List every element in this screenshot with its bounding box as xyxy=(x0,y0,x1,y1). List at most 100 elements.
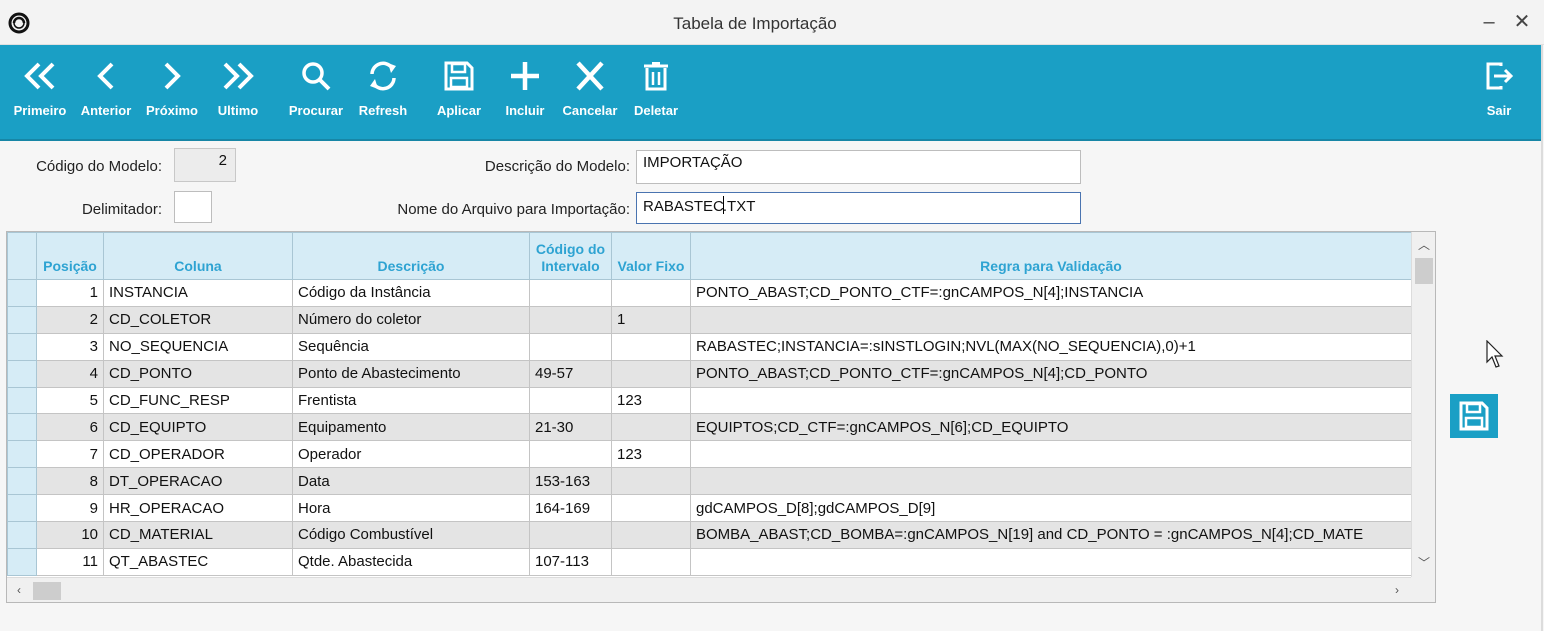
cell-valor-fixo[interactable]: 123 xyxy=(611,440,691,469)
cell-regra[interactable] xyxy=(690,305,1412,334)
table-row[interactable]: 7 CD_OPERADOR Operador 123 xyxy=(7,440,1412,469)
descricao-modelo-field[interactable]: IMPORTAÇÃO xyxy=(636,150,1081,184)
cell-regra[interactable]: PONTO_ABAST;CD_PONTO_CTF=:gnCAMPOS_N[4];… xyxy=(690,279,1412,307)
cell-descricao[interactable]: Código da Instância xyxy=(292,279,530,307)
cell-intervalo[interactable]: 21-30 xyxy=(529,413,612,442)
cell-intervalo[interactable]: 164-169 xyxy=(529,494,612,523)
cell-valor-fixo[interactable] xyxy=(611,521,691,549)
cell-regra[interactable] xyxy=(690,440,1412,469)
cell-posicao[interactable]: 5 xyxy=(36,386,104,415)
cell-regra[interactable]: gdCAMPOS_D[8];gdCAMPOS_D[9] xyxy=(690,494,1412,523)
cell-posicao[interactable]: 9 xyxy=(36,494,104,523)
cell-descricao[interactable]: Equipamento xyxy=(292,413,530,442)
import-grid[interactable]: Posição Coluna Descrição Código do Interv… xyxy=(6,231,1436,603)
cell-descricao[interactable]: Data xyxy=(292,467,530,496)
row-indicator[interactable] xyxy=(7,279,37,307)
row-indicator[interactable] xyxy=(7,494,37,523)
row-indicator[interactable] xyxy=(7,305,37,334)
table-row[interactable]: 2 CD_COLETOR Número do coletor 1 xyxy=(7,305,1412,334)
cell-regra[interactable] xyxy=(690,467,1412,496)
cell-valor-fixo[interactable] xyxy=(611,359,691,388)
cell-descricao[interactable]: Número do coletor xyxy=(292,305,530,334)
scroll-up-icon[interactable]: ︿ xyxy=(1412,236,1435,253)
cell-intervalo[interactable] xyxy=(529,332,612,361)
cell-coluna[interactable]: INSTANCIA xyxy=(103,279,293,307)
proximo-button[interactable]: Próximo xyxy=(144,45,200,135)
scroll-down-icon[interactable]: ﹀ xyxy=(1412,554,1435,571)
cell-valor-fixo[interactable] xyxy=(611,547,691,576)
cell-regra[interactable]: EQUIPTOS;CD_CTF=:gnCAMPOS_N[6];CD_EQUIPT… xyxy=(690,413,1412,442)
cell-intervalo[interactable] xyxy=(529,279,612,307)
cell-posicao[interactable]: 6 xyxy=(36,413,104,442)
row-indicator[interactable] xyxy=(7,332,37,361)
cell-intervalo[interactable] xyxy=(529,386,612,415)
deletar-button[interactable]: Deletar xyxy=(630,45,682,135)
cell-valor-fixo[interactable] xyxy=(611,413,691,442)
cell-coluna[interactable]: DT_OPERACAO xyxy=(103,467,293,496)
table-row[interactable]: 3 NO_SEQUENCIA Sequência RABASTEC;INSTANCIA… xyxy=(7,332,1412,361)
cell-regra[interactable] xyxy=(690,386,1412,415)
cell-coluna[interactable]: NO_SEQUENCIA xyxy=(103,332,293,361)
aplicar-button[interactable]: Aplicar xyxy=(432,45,486,135)
cell-posicao[interactable]: 8 xyxy=(36,467,104,496)
cell-valor-fixo[interactable] xyxy=(611,332,691,361)
cell-coluna[interactable]: HR_OPERACAO xyxy=(103,494,293,523)
col-header-valor-fixo[interactable]: Valor Fixo xyxy=(611,232,691,280)
row-indicator[interactable] xyxy=(7,413,37,442)
cell-intervalo[interactable] xyxy=(529,440,612,469)
table-row[interactable]: 8 DT_OPERACAO Data 153-163 xyxy=(7,467,1412,496)
cell-descricao[interactable]: Operador xyxy=(292,440,530,469)
row-indicator[interactable] xyxy=(7,386,37,415)
col-header-coluna[interactable]: Coluna xyxy=(103,232,293,280)
cell-descricao[interactable]: Sequência xyxy=(292,332,530,361)
codigo-modelo-field[interactable]: 2 xyxy=(174,148,236,182)
close-button[interactable]: ✕ xyxy=(1510,8,1534,36)
cell-posicao[interactable]: 7 xyxy=(36,440,104,469)
cell-posicao[interactable]: 11 xyxy=(36,547,104,576)
cell-valor-fixo[interactable]: 123 xyxy=(611,386,691,415)
cell-posicao[interactable]: 3 xyxy=(36,332,104,361)
vertical-scrollbar[interactable]: ︿ ﹀ xyxy=(1411,232,1435,577)
cell-coluna[interactable]: CD_PONTO xyxy=(103,359,293,388)
refresh-button[interactable]: Refresh xyxy=(354,45,412,135)
cell-intervalo[interactable]: 49-57 xyxy=(529,359,612,388)
cell-intervalo[interactable]: 153-163 xyxy=(529,467,612,496)
col-header-posicao[interactable]: Posição xyxy=(36,232,104,280)
cell-posicao[interactable]: 4 xyxy=(36,359,104,388)
cell-descricao[interactable]: Qtde. Abastecida xyxy=(292,547,530,576)
nome-arquivo-field[interactable]: RABASTEC.TXT xyxy=(636,192,1081,224)
cell-posicao[interactable]: 1 xyxy=(36,279,104,307)
row-indicator[interactable] xyxy=(7,467,37,496)
cell-intervalo[interactable]: 107-113 xyxy=(529,547,612,576)
side-save-button[interactable] xyxy=(1450,394,1498,438)
cell-intervalo[interactable] xyxy=(529,305,612,334)
cell-intervalo[interactable] xyxy=(529,521,612,549)
col-header-descricao[interactable]: Descrição xyxy=(292,232,530,280)
delimitador-field[interactable] xyxy=(174,191,212,223)
minimize-button[interactable]: – xyxy=(1478,8,1500,36)
row-indicator[interactable] xyxy=(7,547,37,576)
procurar-button[interactable]: Procurar xyxy=(286,45,346,135)
cell-coluna[interactable]: QT_ABASTEC xyxy=(103,547,293,576)
cell-coluna[interactable]: CD_EQUIPTO xyxy=(103,413,293,442)
horizontal-scroll-thumb[interactable] xyxy=(33,582,61,600)
cell-coluna[interactable]: CD_COLETOR xyxy=(103,305,293,334)
table-row[interactable]: 11 QT_ABASTEC Qtde. Abastecida 107-113 xyxy=(7,547,1412,576)
scroll-right-icon[interactable]: › xyxy=(1385,583,1409,597)
cell-coluna[interactable]: CD_FUNC_RESP xyxy=(103,386,293,415)
incluir-button[interactable]: Incluir xyxy=(500,45,550,135)
cell-regra[interactable]: RABASTEC;INSTANCIA=:sINSTLOGIN;NVL(MAX(N… xyxy=(690,332,1412,361)
cell-posicao[interactable]: 2 xyxy=(36,305,104,334)
scroll-left-icon[interactable]: ‹ xyxy=(7,583,31,597)
row-indicator[interactable] xyxy=(7,440,37,469)
table-row[interactable]: 9 HR_OPERACAO Hora 164-169 gdCAMPOS_D[8];gdC… xyxy=(7,494,1412,523)
cell-valor-fixo[interactable] xyxy=(611,467,691,496)
row-indicator[interactable] xyxy=(7,521,37,549)
cell-valor-fixo[interactable] xyxy=(611,279,691,307)
horizontal-scrollbar[interactable]: ‹ › xyxy=(7,577,1411,602)
table-row[interactable]: 10 CD_MATERIAL Código Combustível BOMBA_ABA… xyxy=(7,521,1412,549)
ultimo-button[interactable]: Ultimo xyxy=(212,45,264,135)
anterior-button[interactable]: Anterior xyxy=(78,45,134,135)
cell-valor-fixo[interactable] xyxy=(611,494,691,523)
cell-posicao[interactable]: 10 xyxy=(36,521,104,549)
